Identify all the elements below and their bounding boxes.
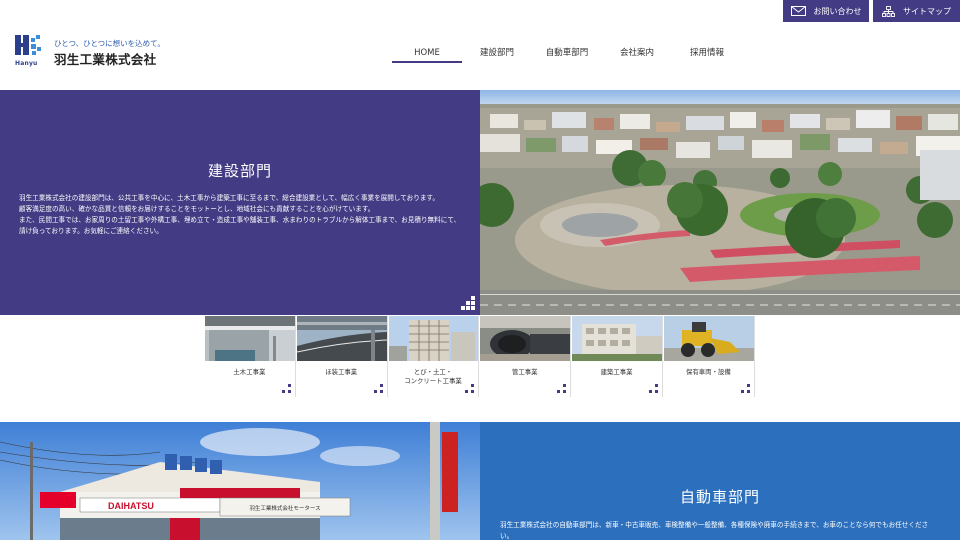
corner-dots-icon — [557, 384, 567, 393]
category-tiles: 土木工事業 ほ装工事業 とび・土工・ コンクリート工事業 管工事業 建築工事業 — [204, 316, 755, 397]
hanyu-logo-mark — [15, 35, 41, 55]
paving-photo — [296, 316, 387, 361]
construction-panel[interactable]: 建設部門 羽生工業株式会社の建設部門は、公共工事を中心に、土木工事から建築工事に… — [0, 90, 480, 315]
automotive-panel[interactable]: 自動車部門 羽生工業株式会社の自動車部門は、新車・中古車販売、車検整備や一般整備… — [480, 422, 960, 540]
sitemap-button[interactable]: サイトマップ — [873, 0, 960, 22]
category-tile-civil[interactable]: 土木工事業 — [204, 316, 296, 397]
construction-desc-line: 顧客満足度の高い、確かな品質と信頼をお届けすることをモットーとし、地域社会にも貢… — [19, 205, 375, 213]
sitemap-label: サイトマップ — [903, 6, 951, 16]
construction-desc-line: 羽生工業株式会社の建設部門は、公共工事を中心に、土木工事から建築工事に至るまで、… — [19, 194, 439, 202]
category-label: 保有車両・設備 — [686, 368, 731, 376]
nav-item-automotive[interactable]: 自動車部門 — [532, 47, 602, 63]
nav-item-company[interactable]: 会社案内 — [602, 47, 672, 63]
category-label: 土木工事業 — [233, 368, 266, 376]
mail-icon — [790, 6, 806, 16]
logo-mark-text: Hanyu — [15, 60, 38, 67]
town-aerial-photo — [480, 90, 960, 315]
construction-title: 建設部門 — [207, 162, 272, 180]
logo-slogan: ひとつ、ひとつに想いを込めて。 — [54, 39, 165, 48]
plumbing-photo — [480, 316, 571, 361]
main-nav: HOME 建設部門 自動車部門 会社案内 採用情報 — [392, 47, 742, 63]
contact-label: お問い合わせ — [813, 6, 862, 16]
corner-dots-icon — [461, 296, 475, 310]
shop-banner-sign: 羽生工業株式会社モータース — [249, 504, 320, 512]
nav-item-construction[interactable]: 建設部門 — [462, 47, 532, 63]
building-construction-photo — [572, 316, 662, 361]
category-tile-vehicles[interactable]: 保有車両・設備 — [662, 316, 755, 397]
civil-engineering-photo — [205, 316, 295, 361]
category-tile-scaffolding[interactable]: とび・土工・ コンクリート工事業 — [387, 316, 480, 397]
company-name: 羽生工業株式会社 — [54, 52, 157, 67]
vehicles-equipment-photo — [663, 316, 754, 361]
category-tile-plumbing[interactable]: 管工事業 — [479, 316, 572, 397]
contact-button[interactable]: お問い合わせ — [783, 0, 869, 22]
corner-dots-icon — [648, 384, 658, 393]
corner-dots-icon — [373, 384, 383, 393]
site-logo[interactable]: Hanyu ひとつ、ひとつに想いを込めて。 羽生工業株式会社 — [14, 34, 174, 68]
corner-dots-icon — [465, 384, 475, 393]
automotive-description: 羽生工業株式会社の自動車部門は、新車・中古車販売、車検整備や一般整備、各種保険や… — [500, 521, 929, 540]
nav-item-home[interactable]: HOME — [392, 47, 462, 63]
category-label: ほ装工事業 — [325, 368, 358, 376]
dealer-brand-sign: DAIHATSU — [108, 501, 154, 511]
dealership-photo: DAIHATSU 羽生工業株式会社モータース — [0, 422, 480, 540]
scaffolding-photo — [388, 316, 479, 361]
corner-dots-icon — [281, 384, 291, 393]
sitemap-icon — [882, 5, 895, 17]
nav-item-recruit[interactable]: 採用情報 — [672, 47, 742, 63]
category-tile-paving[interactable]: ほ装工事業 — [295, 316, 388, 397]
category-tile-building[interactable]: 建築工事業 — [571, 316, 663, 397]
corner-dots-icon — [740, 384, 750, 393]
construction-description: 羽生工業株式会社の建設部門は、公共工事を中心に、土木工事から建築工事に至るまで、… — [19, 193, 461, 237]
construction-desc-line: また、民間工事では、お家周りの土留工事や外構工事、埋め立て・造成工事や舗装工事、… — [19, 216, 461, 235]
automotive-title: 自動車部門 — [679, 488, 760, 506]
category-label: 管工事業 — [512, 368, 538, 376]
category-label: 建築工事業 — [600, 368, 633, 376]
